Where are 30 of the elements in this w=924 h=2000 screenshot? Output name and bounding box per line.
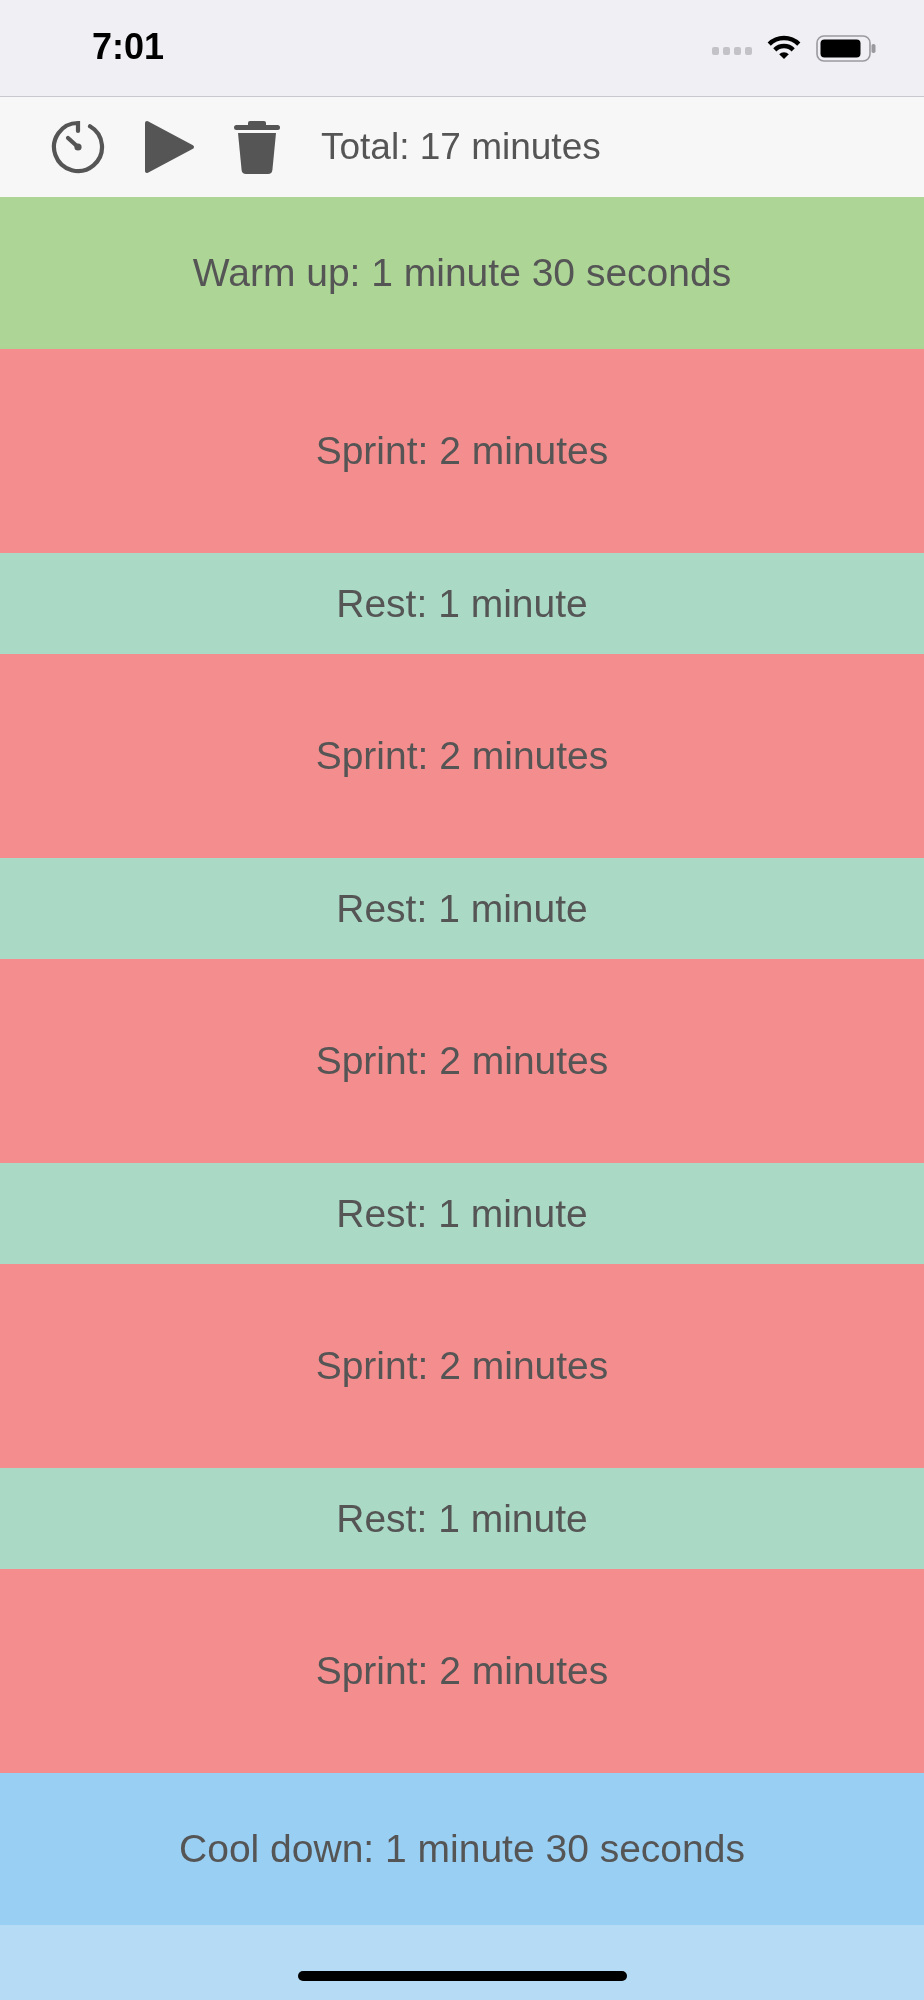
wifi-icon — [766, 35, 802, 61]
status-time: 7:01 — [92, 26, 165, 68]
interval-row[interactable]: Sprint: 2 minutes — [0, 1264, 924, 1468]
interval-label: Sprint: 2 minutes — [315, 734, 609, 778]
interval-label: Sprint: 2 minutes — [315, 1649, 609, 1693]
interval-label: Sprint: 2 minutes — [315, 1344, 609, 1388]
interval-label: Sprint: 2 minutes — [315, 429, 609, 473]
interval-label: Rest: 1 minute — [336, 581, 588, 626]
interval-label: Rest: 1 minute — [336, 886, 588, 931]
interval-label: Sprint: 2 minutes — [315, 1039, 609, 1083]
interval-label: Rest: 1 minute — [336, 1496, 588, 1541]
signal-icon — [712, 47, 752, 55]
play-icon[interactable] — [144, 120, 195, 174]
interval-row[interactable]: Rest: 1 minute — [0, 1163, 924, 1264]
trash-icon[interactable] — [234, 120, 280, 174]
total-duration: Total: 17 minutes — [321, 126, 601, 168]
battery-icon — [816, 34, 876, 62]
interval-label: Cool down: 1 minute 30 seconds — [179, 1827, 745, 1871]
interval-row[interactable]: Sprint: 2 minutes — [0, 349, 924, 553]
interval-row[interactable]: Rest: 1 minute — [0, 553, 924, 654]
interval-row[interactable]: Cool down: 1 minute 30 seconds — [0, 1773, 924, 1925]
interval-row[interactable]: Sprint: 2 minutes — [0, 959, 924, 1163]
interval-label: Warm up: 1 minute 30 seconds — [192, 251, 732, 295]
interval-row[interactable]: Sprint: 2 minutes — [0, 654, 924, 858]
stopwatch-icon[interactable] — [50, 119, 106, 175]
interval-row[interactable]: Sprint: 2 minutes — [0, 1569, 924, 1773]
interval-label: Rest: 1 minute — [336, 1191, 588, 1236]
interval-row[interactable]: Rest: 1 minute — [0, 1468, 924, 1569]
interval-row[interactable]: Rest: 1 minute — [0, 858, 924, 959]
interval-row[interactable]: Warm up: 1 minute 30 seconds — [0, 197, 924, 349]
